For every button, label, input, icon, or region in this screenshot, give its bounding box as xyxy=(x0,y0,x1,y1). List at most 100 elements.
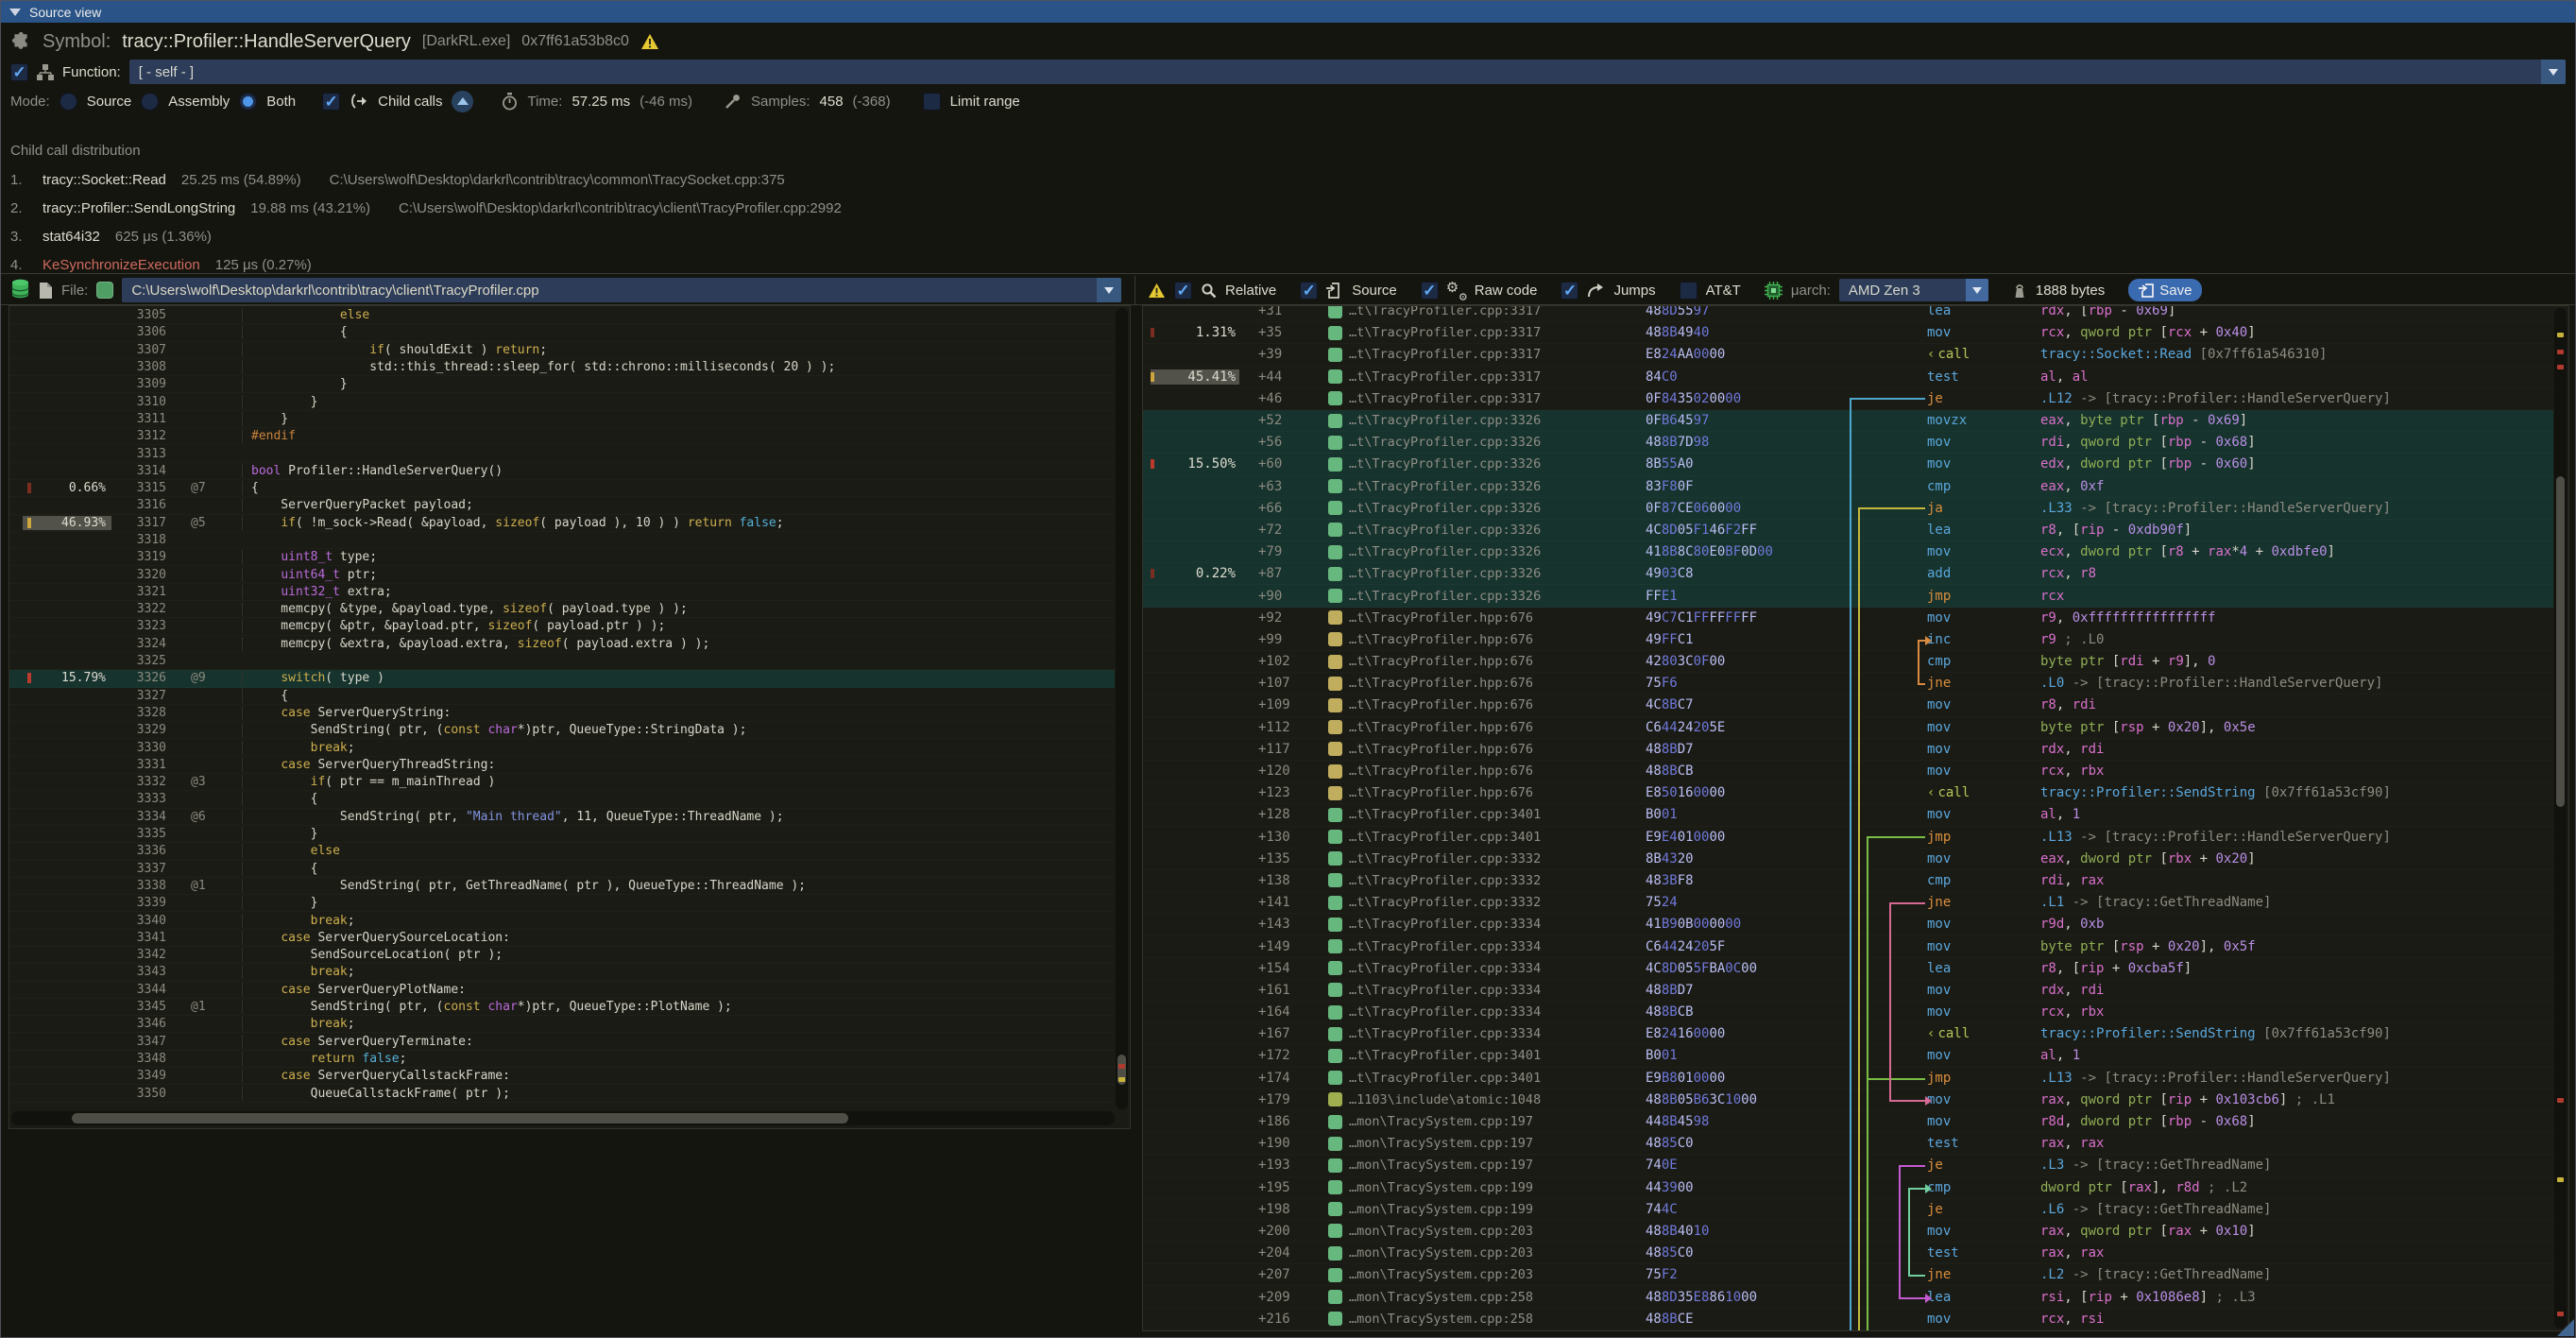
asm-row[interactable]: +167…t\TracyProfiler.cpp:3334E824160000‹… xyxy=(1143,1023,2553,1045)
asm-row[interactable]: +46…t\TracyProfiler.cpp:33170F8435020000… xyxy=(1143,388,2553,410)
asm-location[interactable]: …t\TracyProfiler.cpp:3401 xyxy=(1328,807,1646,822)
jumps-checkbox[interactable]: ✓ xyxy=(1561,282,1578,300)
asm-location[interactable]: …t\TracyProfiler.cpp:3334 xyxy=(1328,1026,1646,1041)
asm-location[interactable]: …t\TracyProfiler.hpp:676 xyxy=(1328,697,1646,712)
mode-radio-assembly[interactable] xyxy=(141,93,159,111)
asm-row[interactable]: +117…t\TracyProfiler.hpp:676488BD7movrdx… xyxy=(1143,739,2553,761)
source-checkbox[interactable]: ✓ xyxy=(1300,282,1318,300)
mode-radio-both[interactable] xyxy=(239,93,257,111)
asm-location[interactable]: …t\TracyProfiler.cpp:3401 xyxy=(1328,1048,1646,1063)
asm-row[interactable]: +161…t\TracyProfiler.cpp:3334488BD7movrd… xyxy=(1143,980,2553,1002)
asm-row[interactable]: +154…t\TracyProfiler.cpp:33344C8D055FBA0… xyxy=(1143,958,2553,980)
asm-row[interactable]: +109…t\TracyProfiler.hpp:6764C8BC7movr8,… xyxy=(1143,695,2553,716)
asm-location[interactable]: …t\TracyProfiler.hpp:676 xyxy=(1328,632,1646,647)
asm-location[interactable]: …mon\TracySystem.cpp:199 xyxy=(1328,1202,1646,1217)
asm-row[interactable]: +216…mon\TracySystem.cpp:258488BCEmovrcx… xyxy=(1143,1309,2553,1330)
source-horizontal-scrollbar[interactable] xyxy=(11,1111,1115,1125)
asm-row[interactable]: +135…t\TracyProfiler.cpp:33328B4320movea… xyxy=(1143,849,2553,870)
asm-location[interactable]: …mon\TracySystem.cpp:197 xyxy=(1328,1114,1646,1129)
source-line[interactable]: 0.66%3315@7{ xyxy=(9,480,1115,497)
asm-location[interactable]: …t\TracyProfiler.cpp:3334 xyxy=(1328,939,1646,954)
asm-row[interactable]: +172…t\TracyProfiler.cpp:3401B001moval, … xyxy=(1143,1045,2553,1067)
asm-location[interactable]: …t\TracyProfiler.cpp:3326 xyxy=(1328,589,1646,604)
source-line[interactable]: 3321 uint32_t extra; xyxy=(9,584,1115,601)
asm-row[interactable]: +63…t\TracyProfiler.cpp:332683F80Fcmpeax… xyxy=(1143,476,2553,498)
scrollbar-handle[interactable] xyxy=(2556,476,2565,807)
asm-location[interactable]: …1103\include\atomic:1048 xyxy=(1328,1092,1646,1107)
asm-row[interactable]: +149…t\TracyProfiler.cpp:3334C64424205Fm… xyxy=(1143,935,2553,957)
asm-row[interactable]: +112…t\TracyProfiler.hpp:676C64424205Emo… xyxy=(1143,717,2553,739)
asm-location[interactable]: …t\TracyProfiler.cpp:3317 xyxy=(1328,369,1646,385)
source-line[interactable]: 46.93%3317@5 if( !m_sock->Read( &payload… xyxy=(9,515,1115,532)
resize-grip[interactable] xyxy=(2557,1319,2574,1336)
asm-row[interactable]: +99…t\TracyProfiler.hpp:67649FFC1incr9 ;… xyxy=(1143,629,2553,651)
mode-radio-source[interactable] xyxy=(60,93,77,111)
source-line[interactable]: 3335 } xyxy=(9,826,1115,843)
source-line[interactable]: 3328 case ServerQueryString: xyxy=(9,705,1115,722)
source-line[interactable]: 3312#endif xyxy=(9,428,1115,445)
source-line[interactable]: 3341 case ServerQuerySourceLocation: xyxy=(9,930,1115,947)
asm-row[interactable]: +174…t\TracyProfiler.cpp:3401E9B8010000j… xyxy=(1143,1068,2553,1089)
asm-location[interactable]: …t\TracyProfiler.cpp:3334 xyxy=(1328,961,1646,976)
source-line[interactable]: 3332@3 if( ptr == m_mainThread ) xyxy=(9,774,1115,791)
source-line[interactable]: 3318 xyxy=(9,532,1115,549)
distribution-item[interactable]: 2.tracy::Profiler::SendLongString19.88 m… xyxy=(10,194,2566,222)
source-line[interactable]: 3342 SendSourceLocation( ptr ); xyxy=(9,947,1115,964)
asm-row[interactable]: +143…t\TracyProfiler.cpp:333441B90B00000… xyxy=(1143,914,2553,935)
source-line[interactable]: 3338@1 SendString( ptr, GetThreadName( p… xyxy=(9,878,1115,895)
source-line[interactable]: 3331 case ServerQueryThreadString: xyxy=(9,757,1115,774)
source-line[interactable]: 3343 break; xyxy=(9,964,1115,981)
source-line[interactable]: 3340 break; xyxy=(9,912,1115,929)
asm-row[interactable]: +92…t\TracyProfiler.hpp:67649C7C1FFFFFFF… xyxy=(1143,608,2553,629)
source-line[interactable]: 3314bool Profiler::HandleServerQuery() xyxy=(9,463,1115,480)
asm-location[interactable]: …t\TracyProfiler.hpp:676 xyxy=(1328,610,1646,626)
asm-location[interactable]: …t\TracyProfiler.cpp:3326 xyxy=(1328,479,1646,494)
asm-row[interactable]: +102…t\TracyProfiler.hpp:67642803C0F00cm… xyxy=(1143,651,2553,673)
asm-location[interactable]: …t\TracyProfiler.cpp:3326 xyxy=(1328,413,1646,428)
source-line[interactable]: 3337 { xyxy=(9,861,1115,878)
asm-row[interactable]: +204…mon\TracySystem.cpp:2034885C0testra… xyxy=(1143,1243,2553,1264)
uarch-combo-arrow[interactable] xyxy=(1966,279,1988,301)
asm-row[interactable]: +120…t\TracyProfiler.hpp:676488BCBmovrcx… xyxy=(1143,761,2553,782)
asm-row[interactable]: +52…t\TracyProfiler.cpp:33260FB64597movz… xyxy=(1143,410,2553,432)
asm-row[interactable]: +39…t\TracyProfiler.cpp:3317E824AA0000‹c… xyxy=(1143,344,2553,366)
collapse-icon[interactable] xyxy=(9,9,21,16)
expand-up-button[interactable] xyxy=(452,91,473,112)
asm-location[interactable]: …mon\TracySystem.cpp:199 xyxy=(1328,1180,1646,1195)
source-line[interactable]: 3345@1 SendString( ptr, (const char*)ptr… xyxy=(9,999,1115,1016)
child-calls-checkbox[interactable]: ✓ xyxy=(322,93,340,111)
asm-location[interactable]: …mon\TracySystem.cpp:203 xyxy=(1328,1245,1646,1261)
rawcode-checkbox[interactable]: ✓ xyxy=(1421,282,1439,300)
source-line[interactable]: 3306 { xyxy=(9,324,1115,341)
distribution-item[interactable]: 1.tracy::Socket::Read25.25 ms (54.89%)C:… xyxy=(10,165,2566,194)
asm-location[interactable]: …t\TracyProfiler.cpp:3332 xyxy=(1328,873,1646,888)
asm-location[interactable]: …t\TracyProfiler.cpp:3317 xyxy=(1328,325,1646,340)
asm-row[interactable]: 0.22%+87…t\TracyProfiler.cpp:33264903C8a… xyxy=(1143,563,2553,585)
asm-row[interactable]: +141…t\TracyProfiler.cpp:33327524jne.L1 … xyxy=(1143,892,2553,914)
source-line[interactable]: 3313 xyxy=(9,445,1115,462)
source-line[interactable]: 3307 if( shouldExit ) return; xyxy=(9,342,1115,359)
titlebar[interactable]: Source view xyxy=(1,1,2575,23)
asm-location[interactable]: …t\TracyProfiler.cpp:3326 xyxy=(1328,435,1646,450)
asm-row[interactable]: +123…t\TracyProfiler.hpp:676E850160000‹c… xyxy=(1143,782,2553,804)
asm-location[interactable]: …mon\TracySystem.cpp:197 xyxy=(1328,1158,1646,1173)
asm-row[interactable]: +193…mon\TracySystem.cpp:197740Eje.L3 ->… xyxy=(1143,1155,2553,1176)
asm-location[interactable]: …mon\TracySystem.cpp:258 xyxy=(1328,1312,1646,1327)
asm-location[interactable]: …t\TracyProfiler.cpp:3326 xyxy=(1328,566,1646,581)
assembly-vertical-scrollbar[interactable] xyxy=(2554,308,2567,1329)
asm-row[interactable]: +190…mon\TracySystem.cpp:1974885C0testra… xyxy=(1143,1133,2553,1155)
asm-location[interactable]: …t\TracyProfiler.hpp:676 xyxy=(1328,676,1646,691)
function-combo[interactable]: [ - self - ] xyxy=(129,60,2566,84)
source-line[interactable]: 3311 } xyxy=(9,411,1115,428)
asm-row[interactable]: +90…t\TracyProfiler.cpp:3326FFE1jmprcx xyxy=(1143,585,2553,607)
asm-row[interactable]: +186…mon\TracySystem.cpp:197448B4598movr… xyxy=(1143,1111,2553,1133)
asm-row[interactable]: 15.50%+60…t\TracyProfiler.cpp:33268B55A0… xyxy=(1143,454,2553,475)
asm-location[interactable]: …t\TracyProfiler.cpp:3326 xyxy=(1328,544,1646,559)
source-line[interactable]: 3308 std::this_thread::sleep_for( std::c… xyxy=(9,359,1115,376)
source-line[interactable]: 3348 return false; xyxy=(9,1051,1115,1068)
asm-location[interactable]: …t\TracyProfiler.cpp:3334 xyxy=(1328,917,1646,932)
source-line[interactable]: 3316 ServerQueryPacket payload; xyxy=(9,497,1115,514)
function-checkbox[interactable]: ✓ xyxy=(10,63,28,81)
asm-row[interactable]: +200…mon\TracySystem.cpp:203488B4010movr… xyxy=(1143,1221,2553,1243)
asm-location[interactable]: …t\TracyProfiler.hpp:676 xyxy=(1328,720,1646,735)
